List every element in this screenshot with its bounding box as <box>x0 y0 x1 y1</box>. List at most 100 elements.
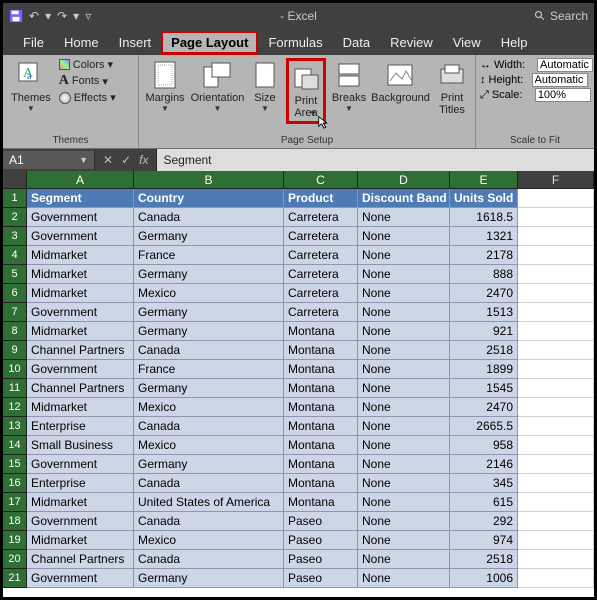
cell[interactable] <box>518 265 594 284</box>
cell[interactable]: Montana <box>284 398 358 417</box>
cell[interactable] <box>518 208 594 227</box>
cell[interactable] <box>518 189 594 208</box>
search-box[interactable]: Search <box>534 9 588 23</box>
cell[interactable]: Mexico <box>134 436 284 455</box>
cell[interactable]: 345 <box>450 474 518 493</box>
tab-insert[interactable]: Insert <box>109 31 162 55</box>
cell[interactable]: Mexico <box>134 531 284 550</box>
row-header[interactable]: 10 <box>3 360 27 379</box>
formula-bar[interactable]: Segment <box>156 149 594 171</box>
cell[interactable]: Paseo <box>284 569 358 588</box>
cell[interactable]: 1618.5 <box>450 208 518 227</box>
row-header[interactable]: 6 <box>3 284 27 303</box>
cell[interactable]: None <box>358 265 450 284</box>
cell[interactable]: Carretera <box>284 208 358 227</box>
cell[interactable] <box>518 227 594 246</box>
cell[interactable]: Montana <box>284 493 358 512</box>
header-cell[interactable]: Product <box>284 189 358 208</box>
row-header[interactable]: 18 <box>3 512 27 531</box>
row-header[interactable]: 5 <box>3 265 27 284</box>
cell[interactable] <box>518 379 594 398</box>
cell[interactable]: Montana <box>284 474 358 493</box>
header-cell[interactable]: Country <box>134 189 284 208</box>
cell[interactable]: United States of America <box>134 493 284 512</box>
save-icon[interactable] <box>9 9 23 23</box>
undo-dropdown-icon[interactable]: ▾ <box>45 9 51 23</box>
header-cell[interactable]: Discount Band <box>358 189 450 208</box>
cell[interactable] <box>518 417 594 436</box>
cell[interactable]: Carretera <box>284 284 358 303</box>
undo-icon[interactable]: ↶ <box>29 9 39 23</box>
cell[interactable]: None <box>358 455 450 474</box>
cell[interactable]: Canada <box>134 208 284 227</box>
cell[interactable]: Midmarket <box>27 398 134 417</box>
cell[interactable]: Germany <box>134 265 284 284</box>
cell[interactable]: Channel Partners <box>27 379 134 398</box>
cell[interactable]: Small Business <box>27 436 134 455</box>
row-header[interactable]: 7 <box>3 303 27 322</box>
row-header[interactable]: 2 <box>3 208 27 227</box>
cell[interactable]: Germany <box>134 303 284 322</box>
cell[interactable] <box>518 474 594 493</box>
cell[interactable]: None <box>358 379 450 398</box>
cell[interactable]: None <box>358 284 450 303</box>
cell[interactable] <box>518 284 594 303</box>
cell[interactable]: 2665.5 <box>450 417 518 436</box>
cell[interactable]: Mexico <box>134 398 284 417</box>
redo-icon[interactable]: ↷ <box>57 9 67 23</box>
cell[interactable]: Midmarket <box>27 531 134 550</box>
cell[interactable]: None <box>358 227 450 246</box>
cell[interactable] <box>518 341 594 360</box>
row-header[interactable]: 15 <box>3 455 27 474</box>
row-header[interactable]: 16 <box>3 474 27 493</box>
cell[interactable]: Montana <box>284 322 358 341</box>
row-header[interactable]: 11 <box>3 379 27 398</box>
cell[interactable]: Carretera <box>284 227 358 246</box>
select-all-corner[interactable] <box>3 171 27 189</box>
row-header[interactable]: 9 <box>3 341 27 360</box>
qat-customize-icon[interactable]: ▿ <box>85 9 91 23</box>
tab-help[interactable]: Help <box>491 31 538 55</box>
column-header-E[interactable]: E <box>450 171 518 189</box>
cell[interactable]: None <box>358 531 450 550</box>
margins-button[interactable]: Margins▼ <box>143 58 187 114</box>
row-header[interactable]: 14 <box>3 436 27 455</box>
cell[interactable]: 2178 <box>450 246 518 265</box>
cell[interactable] <box>518 360 594 379</box>
breaks-button[interactable]: Breaks▼ <box>330 58 368 114</box>
orientation-button[interactable]: Orientation▼ <box>191 58 244 114</box>
cell[interactable]: 2518 <box>450 341 518 360</box>
effects-button[interactable]: Effects▾ <box>59 91 116 104</box>
column-header-A[interactable]: A <box>27 171 134 189</box>
height-input[interactable] <box>532 73 588 87</box>
themes-button[interactable]: Aa Themes ▼ <box>7 58 55 114</box>
cell[interactable]: 2146 <box>450 455 518 474</box>
row-header[interactable]: 1 <box>3 189 27 208</box>
cell[interactable]: Government <box>27 512 134 531</box>
row-header[interactable]: 17 <box>3 493 27 512</box>
header-cell[interactable]: Segment <box>27 189 134 208</box>
cell[interactable]: 2518 <box>450 550 518 569</box>
column-header-B[interactable]: B <box>134 171 284 189</box>
cell[interactable] <box>518 398 594 417</box>
cell[interactable]: Canada <box>134 474 284 493</box>
cell[interactable]: Government <box>27 455 134 474</box>
header-cell[interactable]: Units Sold <box>450 189 518 208</box>
cell[interactable] <box>518 493 594 512</box>
enter-icon[interactable]: ✓ <box>121 153 131 167</box>
row-header[interactable]: 13 <box>3 417 27 436</box>
cell[interactable]: None <box>358 512 450 531</box>
cell[interactable]: Canada <box>134 417 284 436</box>
tab-file[interactable]: File <box>13 31 54 55</box>
row-header[interactable]: 12 <box>3 398 27 417</box>
cell[interactable]: France <box>134 360 284 379</box>
cell[interactable]: None <box>358 493 450 512</box>
cell[interactable]: 1545 <box>450 379 518 398</box>
row-header[interactable]: 8 <box>3 322 27 341</box>
cell[interactable]: 1006 <box>450 569 518 588</box>
cell[interactable] <box>518 303 594 322</box>
cell[interactable]: France <box>134 246 284 265</box>
cell[interactable]: Germany <box>134 322 284 341</box>
cell[interactable]: Canada <box>134 512 284 531</box>
cell[interactable]: Montana <box>284 360 358 379</box>
